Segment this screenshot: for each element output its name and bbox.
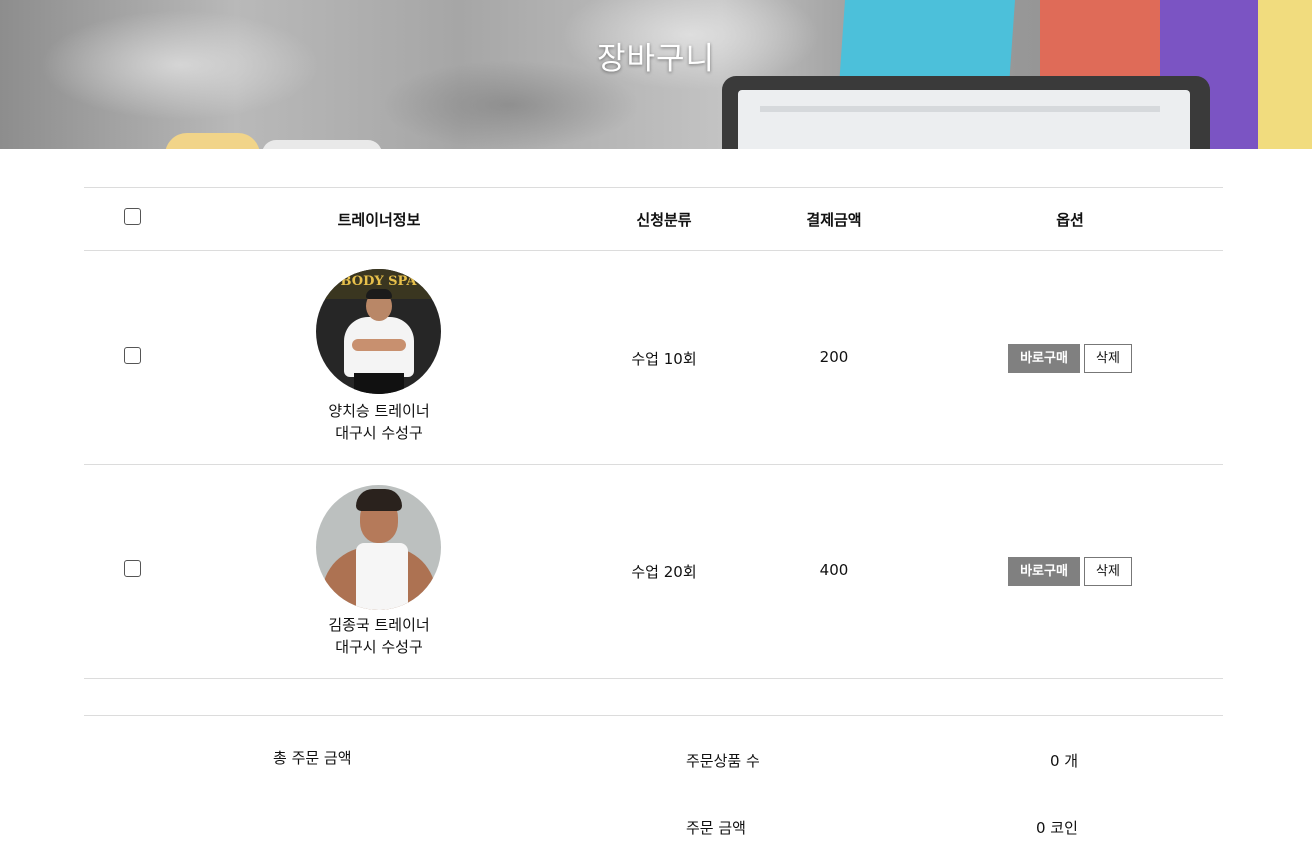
item-checkbox[interactable] [124, 347, 141, 364]
cart-table: 트레이너정보 신청분류 결제금액 옵션 BODY SPA 양치승 트레이너 대구… [84, 187, 1223, 679]
header-category: 신청분류 [636, 211, 692, 229]
avatar-hair [356, 489, 402, 511]
delete-button[interactable]: 삭제 [1084, 557, 1132, 586]
buy-now-button[interactable]: 바로구매 [1008, 344, 1080, 373]
delete-button[interactable]: 삭제 [1084, 344, 1132, 373]
avatar-hair [366, 289, 392, 299]
header-options: 옵션 [1056, 211, 1084, 229]
item-count-label: 주문상품 수 [686, 752, 760, 770]
avatar-shirt [356, 543, 408, 610]
gym-logo: BODY SPA [340, 274, 417, 289]
select-all-checkbox[interactable] [124, 208, 141, 225]
order-amount-label: 주문 금액 [686, 819, 746, 837]
table-row: 김종국 트레이너 대구시 수성구 수업 20회 400 바로구매 삭제 [84, 465, 1223, 679]
order-amount-value: 0 코인 [1036, 819, 1078, 837]
buy-now-button[interactable]: 바로구매 [1008, 557, 1080, 586]
item-price: 400 [819, 561, 849, 579]
hero-banner: 장바구니 [0, 0, 1312, 149]
laptop-screen [738, 90, 1190, 149]
item-count-value: 0 개 [1050, 752, 1079, 770]
trainer-avatar[interactable] [316, 485, 441, 610]
trainer-name: 김종국 트레이너 [328, 616, 430, 634]
item-category: 수업 20회 [631, 563, 697, 581]
item-price: 200 [819, 348, 849, 366]
table-row: BODY SPA 양치승 트레이너 대구시 수성구 수업 10회 200 바로구… [84, 251, 1223, 465]
mini-cart-image [165, 133, 260, 149]
trainer-location: 대구시 수성구 [335, 638, 423, 656]
trainer-avatar[interactable]: BODY SPA [316, 269, 441, 394]
trainer-name: 양치승 트레이너 [328, 402, 430, 420]
order-summary: 총 주문 금액 주문상품 수 0 개 주문 금액 0 코인 [84, 715, 1223, 856]
table-header-row: 트레이너정보 신청분류 결제금액 옵션 [84, 188, 1223, 251]
avatar-arms [352, 339, 406, 351]
trainer-location: 대구시 수성구 [335, 424, 423, 442]
mini-cart-image [262, 140, 382, 149]
total-order-label: 총 주문 금액 [273, 749, 352, 767]
item-checkbox[interactable] [124, 560, 141, 577]
avatar-pants [354, 373, 404, 394]
laptop-screen-detail [760, 106, 1160, 112]
header-price: 결제금액 [806, 211, 862, 229]
item-category: 수업 10회 [631, 350, 697, 368]
page-title: 장바구니 [596, 41, 716, 77]
header-trainer-info: 트레이너정보 [337, 211, 421, 229]
